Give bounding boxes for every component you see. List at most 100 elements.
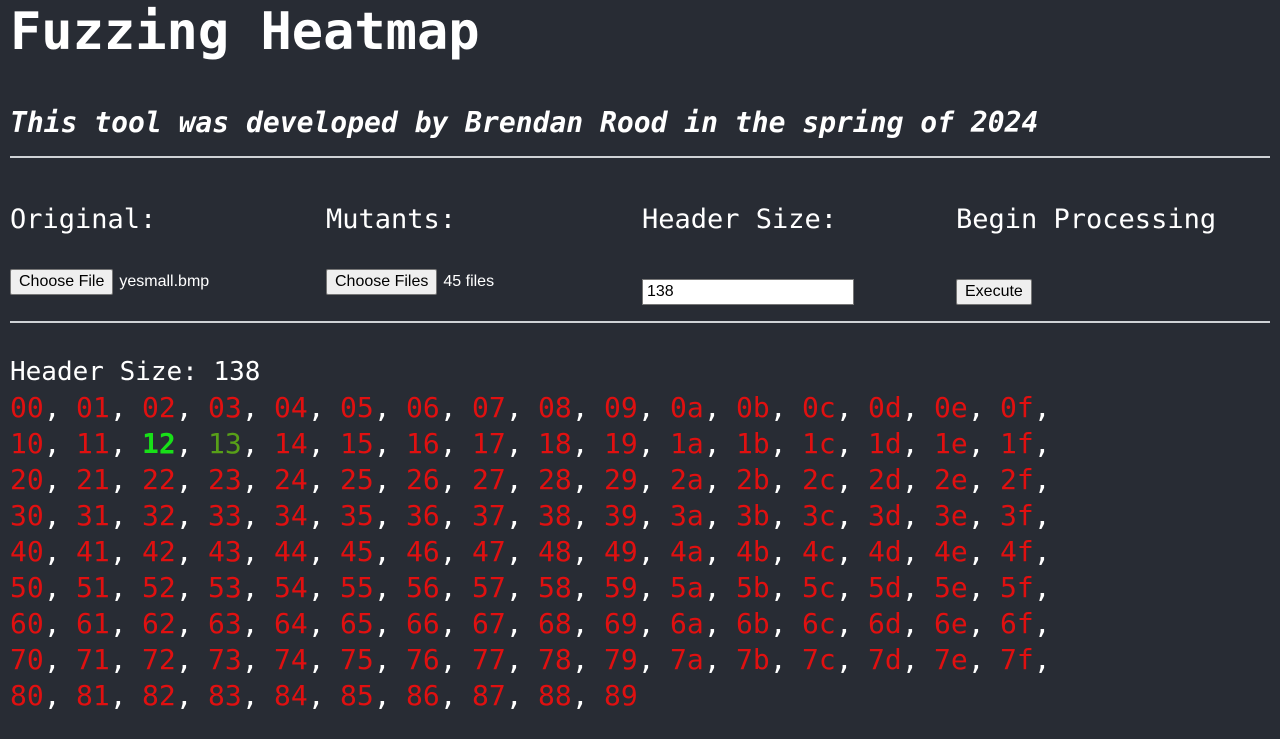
byte-offset-value: 1b xyxy=(736,427,770,460)
byte-separator: , xyxy=(439,679,457,712)
choose-original-file-button[interactable]: Choose File xyxy=(10,269,114,295)
mutants-file-input[interactable]: Choose Files 45 files xyxy=(326,269,494,295)
heatmap-byte: 13, xyxy=(208,426,274,462)
byte-separator: , xyxy=(901,643,919,676)
byte-offset-value: 7a xyxy=(670,643,704,676)
byte-separator: , xyxy=(175,535,193,568)
byte-separator: , xyxy=(901,427,919,460)
byte-separator: , xyxy=(175,463,193,496)
byte-separator: , xyxy=(637,391,655,424)
byte-offset-value: 71 xyxy=(76,643,110,676)
byte-separator: , xyxy=(967,391,985,424)
byte-offset-value: 24 xyxy=(274,463,308,496)
heatmap-byte: 37, xyxy=(472,498,538,534)
byte-offset-value: 2c xyxy=(802,463,836,496)
byte-offset-value: 4a xyxy=(670,535,704,568)
heatmap-byte: 77, xyxy=(472,642,538,678)
heatmap-byte: 17, xyxy=(472,426,538,462)
byte-offset-value: 0c xyxy=(802,391,836,424)
byte-offset-value: 53 xyxy=(208,571,242,604)
byte-offset-value: 25 xyxy=(340,463,374,496)
byte-offset-value: 66 xyxy=(406,607,440,640)
original-label: Original: xyxy=(10,204,157,235)
byte-offset-value: 7d xyxy=(868,643,902,676)
byte-separator: , xyxy=(1033,391,1051,424)
heatmap-byte: 4f, xyxy=(1000,534,1066,570)
byte-offset-value: 79 xyxy=(604,643,638,676)
byte-offset-value: 59 xyxy=(604,571,638,604)
heatmap-byte: 33, xyxy=(208,498,274,534)
choose-mutant-files-button[interactable]: Choose Files xyxy=(326,269,438,295)
byte-separator: , xyxy=(505,607,523,640)
byte-separator: , xyxy=(43,679,61,712)
byte-offset-value: 29 xyxy=(604,463,638,496)
byte-offset-value: 1c xyxy=(802,427,836,460)
byte-separator: , xyxy=(175,643,193,676)
byte-offset-value: 76 xyxy=(406,643,440,676)
heatmap-byte: 09, xyxy=(604,390,670,426)
byte-separator: , xyxy=(109,643,127,676)
heatmap-byte: 23, xyxy=(208,462,274,498)
heatmap-byte: 0d, xyxy=(868,390,934,426)
heatmap-byte: 0a, xyxy=(670,390,736,426)
header-size-input[interactable] xyxy=(642,279,854,305)
byte-separator: , xyxy=(769,499,787,532)
byte-separator: , xyxy=(43,643,61,676)
byte-separator: , xyxy=(175,571,193,604)
byte-offset-value: 18 xyxy=(538,427,572,460)
byte-separator: , xyxy=(769,571,787,604)
byte-separator: , xyxy=(373,535,391,568)
byte-separator: , xyxy=(43,463,61,496)
byte-separator: , xyxy=(703,463,721,496)
byte-offset-value: 39 xyxy=(604,499,638,532)
heatmap-byte: 80, xyxy=(10,678,76,714)
byte-offset-value: 12 xyxy=(142,427,176,460)
heatmap-byte: 06, xyxy=(406,390,472,426)
heatmap-byte: 3f, xyxy=(1000,498,1066,534)
heatmap-byte: 73, xyxy=(208,642,274,678)
byte-offset-value: 0e xyxy=(934,391,968,424)
byte-separator: , xyxy=(373,571,391,604)
heatmap-byte: 45, xyxy=(340,534,406,570)
heatmap-byte: 01, xyxy=(76,390,142,426)
heatmap-byte: 61, xyxy=(76,606,142,642)
byte-separator: , xyxy=(439,607,457,640)
byte-offset-value: 2e xyxy=(934,463,968,496)
heatmap-byte: 74, xyxy=(274,642,340,678)
byte-separator: , xyxy=(439,391,457,424)
byte-separator: , xyxy=(241,571,259,604)
heatmap-byte: 71, xyxy=(76,642,142,678)
top-divider xyxy=(10,156,1270,158)
byte-separator: , xyxy=(109,499,127,532)
heatmap-byte: 43, xyxy=(208,534,274,570)
byte-separator: , xyxy=(505,643,523,676)
heatmap-byte: 34, xyxy=(274,498,340,534)
byte-offset-value: 86 xyxy=(406,679,440,712)
heatmap-byte: 15, xyxy=(340,426,406,462)
byte-separator: , xyxy=(1033,463,1051,496)
byte-offset-value: 52 xyxy=(142,571,176,604)
byte-separator: , xyxy=(571,499,589,532)
byte-offset-value: 11 xyxy=(76,427,110,460)
heatmap-byte: 5f, xyxy=(1000,570,1066,606)
byte-offset-value: 3a xyxy=(670,499,704,532)
byte-separator: , xyxy=(637,499,655,532)
execute-button[interactable]: Execute xyxy=(956,279,1032,305)
heatmap-byte: 67, xyxy=(472,606,538,642)
heatmap-byte: 64, xyxy=(274,606,340,642)
byte-offset-value: 09 xyxy=(604,391,638,424)
byte-separator: , xyxy=(769,391,787,424)
byte-offset-value: 63 xyxy=(208,607,242,640)
byte-separator: , xyxy=(241,391,259,424)
heatmap-byte: 6d, xyxy=(868,606,934,642)
heatmap-byte: 5c, xyxy=(802,570,868,606)
heatmap-byte: 4a, xyxy=(670,534,736,570)
byte-separator: , xyxy=(241,463,259,496)
byte-offset-value: 1e xyxy=(934,427,968,460)
byte-offset-value: 7f xyxy=(1000,643,1034,676)
original-file-input[interactable]: Choose File yesmall.bmp xyxy=(10,269,209,295)
heatmap-byte: 49, xyxy=(604,534,670,570)
byte-offset-value: 1f xyxy=(1000,427,1034,460)
byte-separator: , xyxy=(109,571,127,604)
heatmap-byte: 26, xyxy=(406,462,472,498)
